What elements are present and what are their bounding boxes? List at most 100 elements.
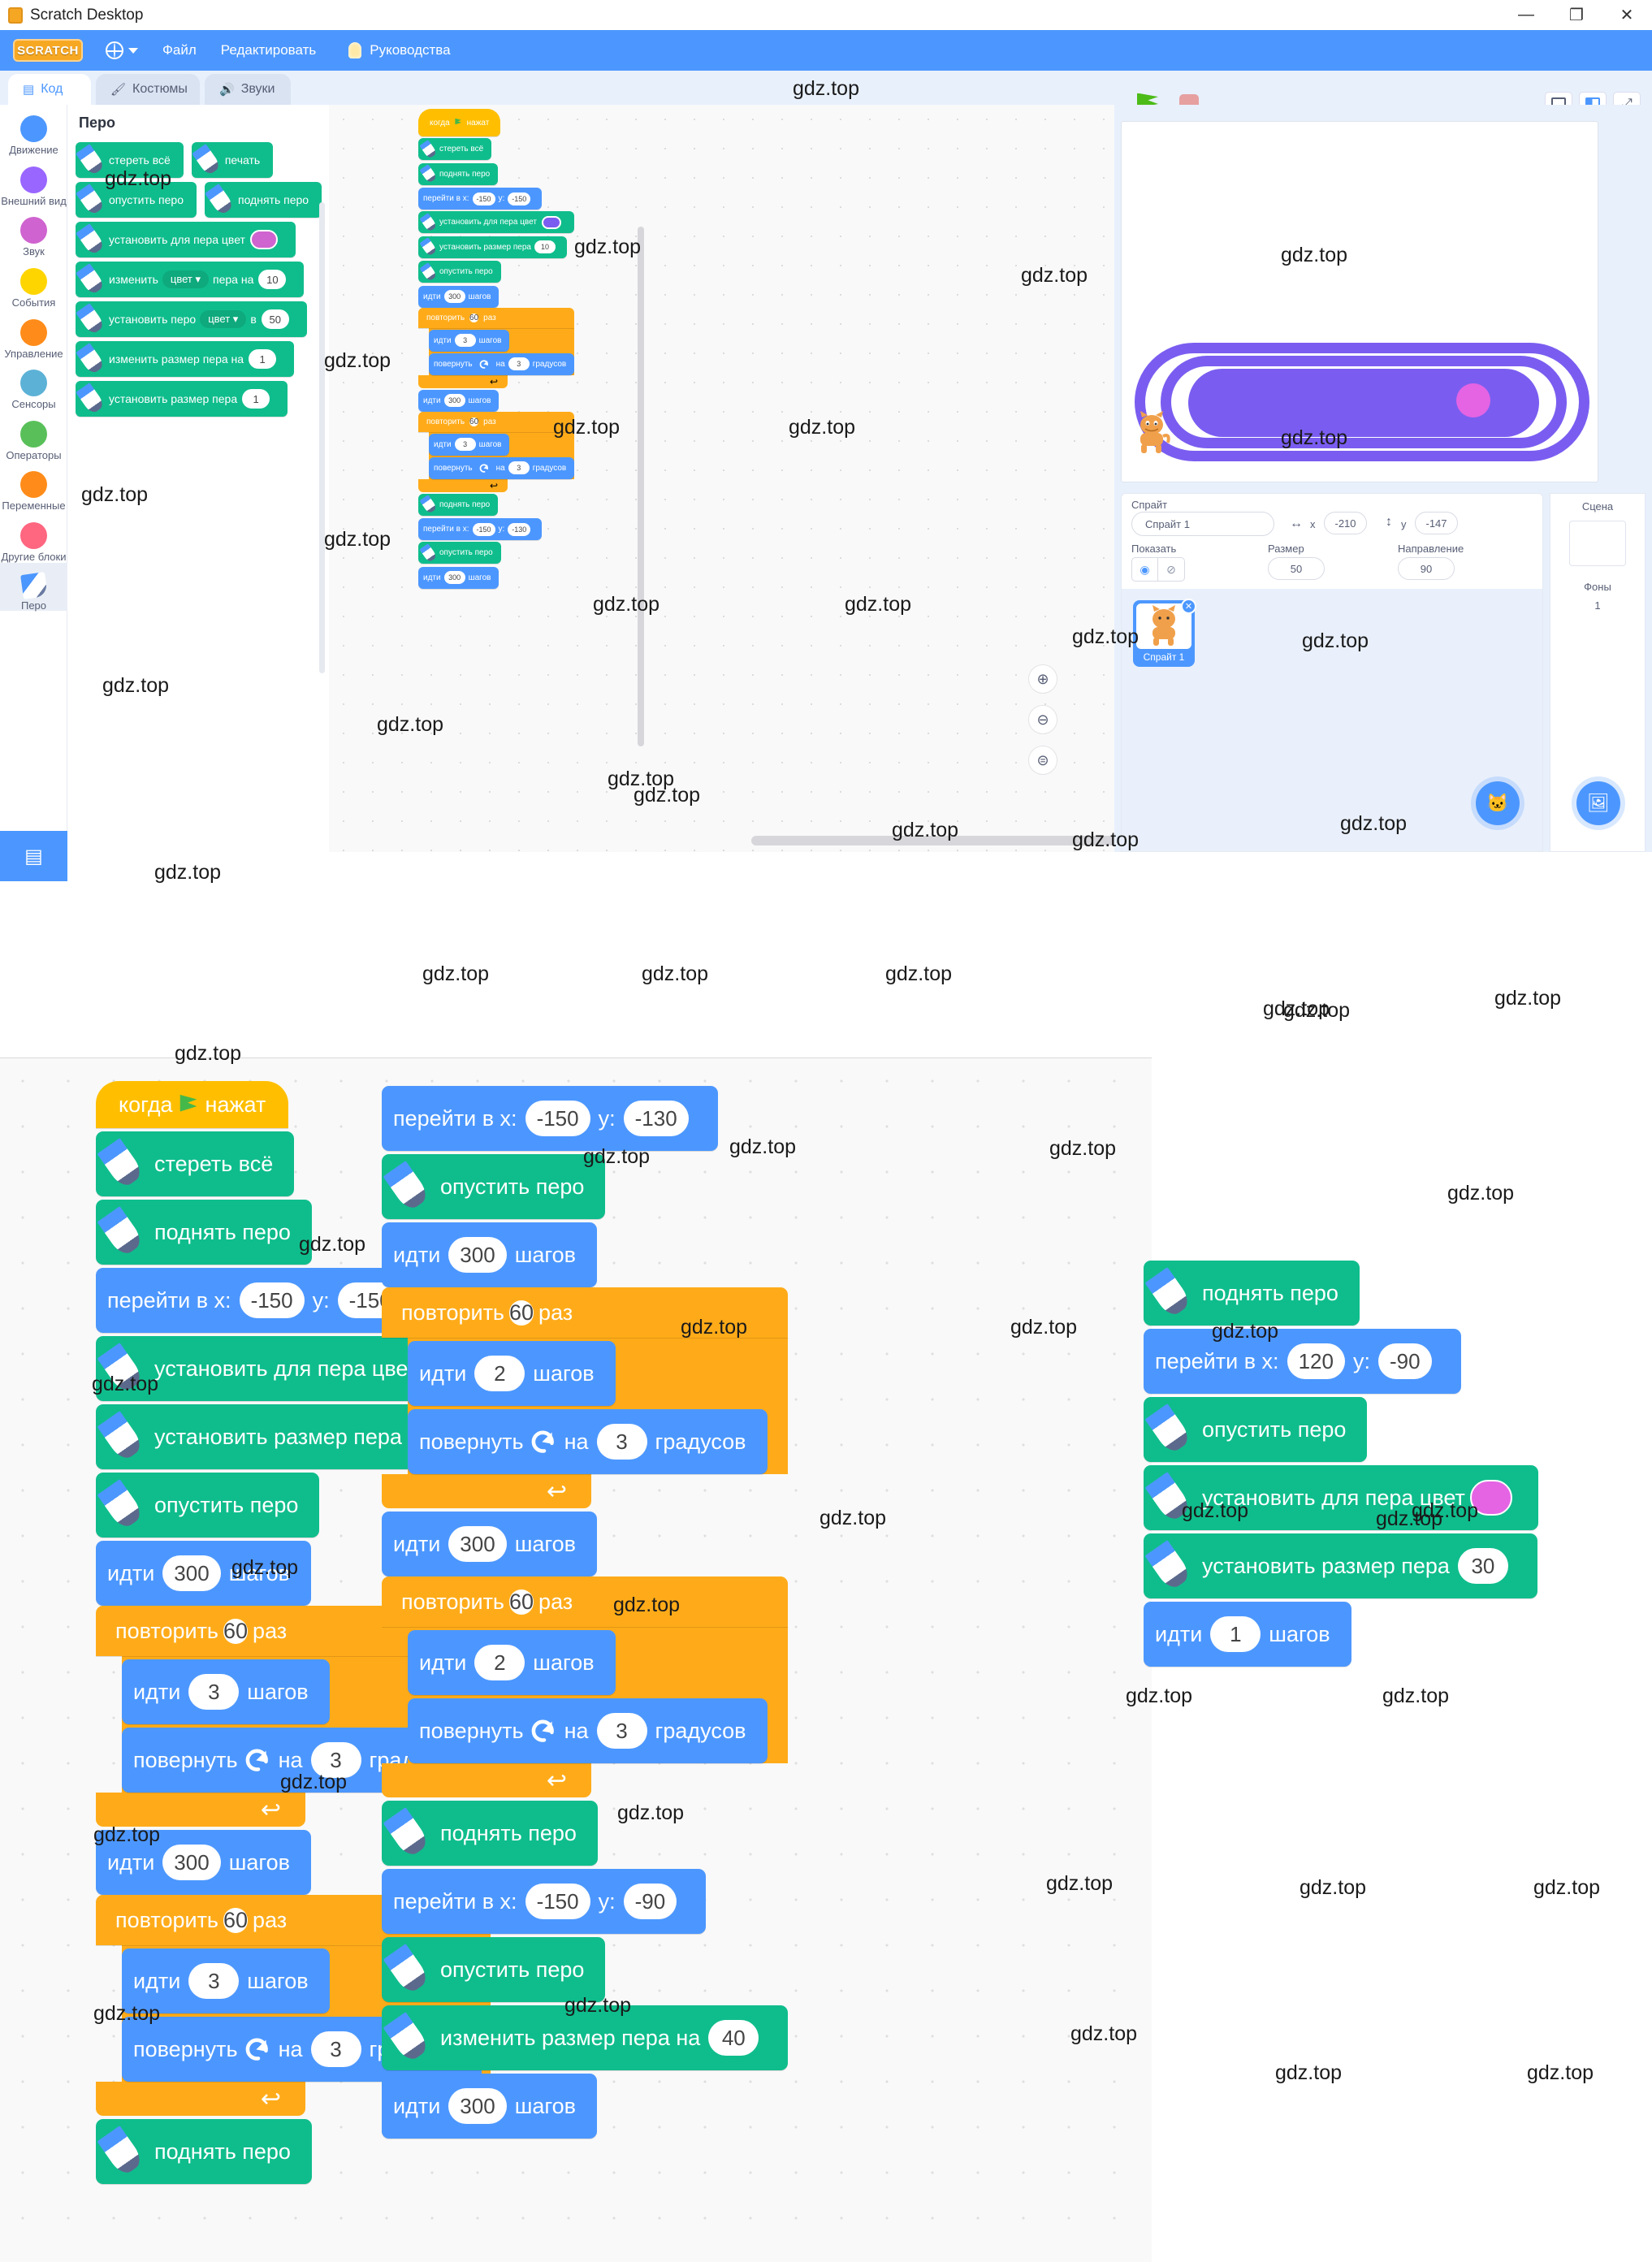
- category-item-1[interactable]: Внешний вид: [0, 156, 67, 207]
- goto-xy-block[interactable]: перейти в x: 120 y: -90: [1144, 1329, 1461, 1394]
- color-swatch[interactable]: [249, 230, 278, 249]
- number-field[interactable]: 60: [509, 1300, 534, 1326]
- repeat-header[interactable]: повторить 60 раз: [382, 1287, 789, 1338]
- move-steps-block[interactable]: идти 3 шагов: [429, 329, 510, 352]
- number-field[interactable]: 1: [242, 389, 270, 409]
- move-steps-block[interactable]: идти 300 шагов: [382, 1512, 597, 1576]
- number-field[interactable]: 3: [454, 438, 476, 451]
- degrees-field[interactable]: 3: [310, 2031, 361, 2067]
- x-value-input[interactable]: -210: [1324, 512, 1367, 534]
- y-value-input[interactable]: -147: [1415, 512, 1458, 534]
- direction-input[interactable]: 90: [1398, 557, 1455, 580]
- menu-item-tutorials[interactable]: Руководства: [370, 42, 450, 58]
- pen-block[interactable]: поднять перо: [1144, 1261, 1360, 1326]
- code-workspace[interactable]: когда нажат стереть всё поднять перо перейти…: [329, 105, 1114, 852]
- goto-xy-block[interactable]: перейти в x: -150 y: -130: [418, 518, 543, 540]
- pen-block[interactable]: поднять перо: [418, 162, 499, 185]
- turn-ccw-block[interactable]: повернутьна3градусов: [429, 456, 575, 479]
- zoom-reset-button[interactable]: ⊜: [1028, 746, 1057, 775]
- pen-block[interactable]: опустить перо: [1144, 1397, 1368, 1462]
- x-value-field[interactable]: -150: [525, 1101, 590, 1136]
- workspace-horizontal-scrollbar[interactable]: [751, 836, 1114, 846]
- palette-block-0[interactable]: стереть всё: [76, 142, 184, 178]
- number-field[interactable]: 300: [162, 1555, 221, 1591]
- menu-item-file[interactable]: Файл: [162, 42, 197, 58]
- category-item-0[interactable]: Движение: [0, 105, 67, 156]
- x-value-field[interactable]: -150: [525, 1884, 590, 1919]
- move-steps-block[interactable]: идти 300 шагов: [382, 2074, 597, 2139]
- move-steps-block[interactable]: идти 300 шагов: [418, 389, 499, 412]
- palette-block-3[interactable]: поднять перо: [204, 182, 322, 218]
- number-field[interactable]: 300: [443, 394, 465, 407]
- pen-block[interactable]: поднять перо: [96, 1200, 312, 1265]
- category-item-8[interactable]: Другие блоки: [0, 512, 67, 563]
- pen-block[interactable]: опустить перо: [418, 542, 501, 564]
- number-field[interactable]: 300: [448, 1237, 507, 1273]
- number-field[interactable]: 60: [469, 313, 479, 322]
- category-item-4[interactable]: Управление: [0, 309, 67, 360]
- x-value-field[interactable]: -150: [239, 1282, 305, 1318]
- color-swatch[interactable]: [541, 215, 561, 229]
- repeat-header[interactable]: повторить 60 раз: [418, 411, 575, 432]
- category-item-6[interactable]: Операторы: [0, 410, 67, 461]
- lightbulb-icon[interactable]: [348, 42, 362, 58]
- palette-block-8[interactable]: установить размер пера 1: [76, 381, 288, 417]
- add-backdrop-button[interactable]: 🖼: [1576, 781, 1620, 825]
- menu-item-edit[interactable]: Редактировать: [221, 42, 316, 58]
- category-item-9[interactable]: Перо: [0, 562, 67, 612]
- dropdown-field[interactable]: цвет ▾: [200, 310, 247, 328]
- palette-block-7[interactable]: изменить размер пера на 1: [76, 341, 295, 377]
- when-flag-clicked-block[interactable]: когда нажат: [96, 1081, 289, 1128]
- palette-scrollbar[interactable]: [319, 202, 325, 673]
- repeat-header[interactable]: повторить 60 раз: [382, 1576, 789, 1627]
- dropdown-field[interactable]: цвет ▾: [162, 270, 210, 288]
- repeat-block[interactable]: повторить 60 раз идти 2 шагов повернуть на 3 град…: [382, 1576, 789, 1797]
- y-value-field[interactable]: -90: [1377, 1343, 1432, 1379]
- eye-icon[interactable]: ◉: [1131, 557, 1158, 582]
- number-field[interactable]: 3: [188, 1963, 240, 1999]
- number-field[interactable]: 10: [534, 240, 556, 253]
- number-field[interactable]: 60: [223, 1618, 249, 1644]
- set-pen-size-block[interactable]: установить размер пера 30: [1144, 1533, 1537, 1598]
- minimize-button[interactable]: —: [1501, 0, 1551, 30]
- number-field[interactable]: 60: [223, 1907, 249, 1933]
- number-field[interactable]: 300: [162, 1845, 221, 1880]
- pen-block[interactable]: поднять перо: [418, 493, 499, 516]
- block-palette[interactable]: Перо стереть всё печать опустить перо подня…: [67, 105, 329, 852]
- move-steps-block[interactable]: идти 300 шагов: [96, 1830, 311, 1895]
- when-flag-clicked-block[interactable]: когда нажат: [418, 109, 501, 136]
- change-pen-size-block[interactable]: изменить размер пера на 40: [382, 2005, 789, 2070]
- size-input[interactable]: 50: [1268, 557, 1325, 580]
- number-field[interactable]: 60: [509, 1589, 534, 1615]
- set-pen-size-block[interactable]: установить размер пера10: [418, 236, 567, 258]
- chevron-down-icon[interactable]: [128, 47, 138, 54]
- scratch-logo[interactable]: SCRATCH: [13, 39, 83, 62]
- repeat-block[interactable]: повторить60разидти3шаговповернутьна3град…: [418, 411, 575, 492]
- sprite-name-input[interactable]: Спрайт 1: [1131, 512, 1274, 536]
- pen-block[interactable]: опустить перо: [96, 1473, 320, 1538]
- add-extension-button[interactable]: ▤: [0, 831, 67, 881]
- move-steps-block[interactable]: идти 2 шагов: [408, 1630, 616, 1695]
- y-value-field[interactable]: -150: [508, 192, 531, 205]
- number-field[interactable]: 300: [448, 2088, 507, 2124]
- palette-block-6[interactable]: установить перо цвет ▾ в 50: [76, 301, 307, 337]
- globe-icon[interactable]: [106, 41, 123, 59]
- y-value-field[interactable]: -130: [623, 1101, 689, 1136]
- number-field[interactable]: 300: [448, 1526, 507, 1562]
- maximize-button[interactable]: ❐: [1551, 0, 1602, 30]
- y-value-field[interactable]: -130: [508, 522, 531, 536]
- goto-xy-block[interactable]: перейти в x: -150 y: -130: [382, 1086, 718, 1151]
- color-swatch[interactable]: [1469, 1480, 1512, 1516]
- turn-ccw-block[interactable]: повернутьна3градусов: [408, 1698, 768, 1763]
- category-item-7[interactable]: Переменные: [0, 461, 67, 512]
- pen-block[interactable]: опустить перо: [418, 261, 501, 283]
- x-value-field[interactable]: -150: [472, 522, 495, 536]
- number-field[interactable]: 50: [261, 309, 289, 329]
- pen-block[interactable]: поднять перо: [96, 2119, 312, 2184]
- palette-block-1[interactable]: печать: [191, 142, 274, 178]
- backdrop-thumbnail[interactable]: [1569, 521, 1626, 566]
- move-steps-block[interactable]: идти 300 шагов: [418, 566, 499, 589]
- number-field[interactable]: 3: [188, 1674, 240, 1710]
- move-steps-block[interactable]: идти 300 шагов: [96, 1541, 311, 1606]
- goto-xy-block[interactable]: перейти в x: -150 y: -150: [418, 188, 543, 210]
